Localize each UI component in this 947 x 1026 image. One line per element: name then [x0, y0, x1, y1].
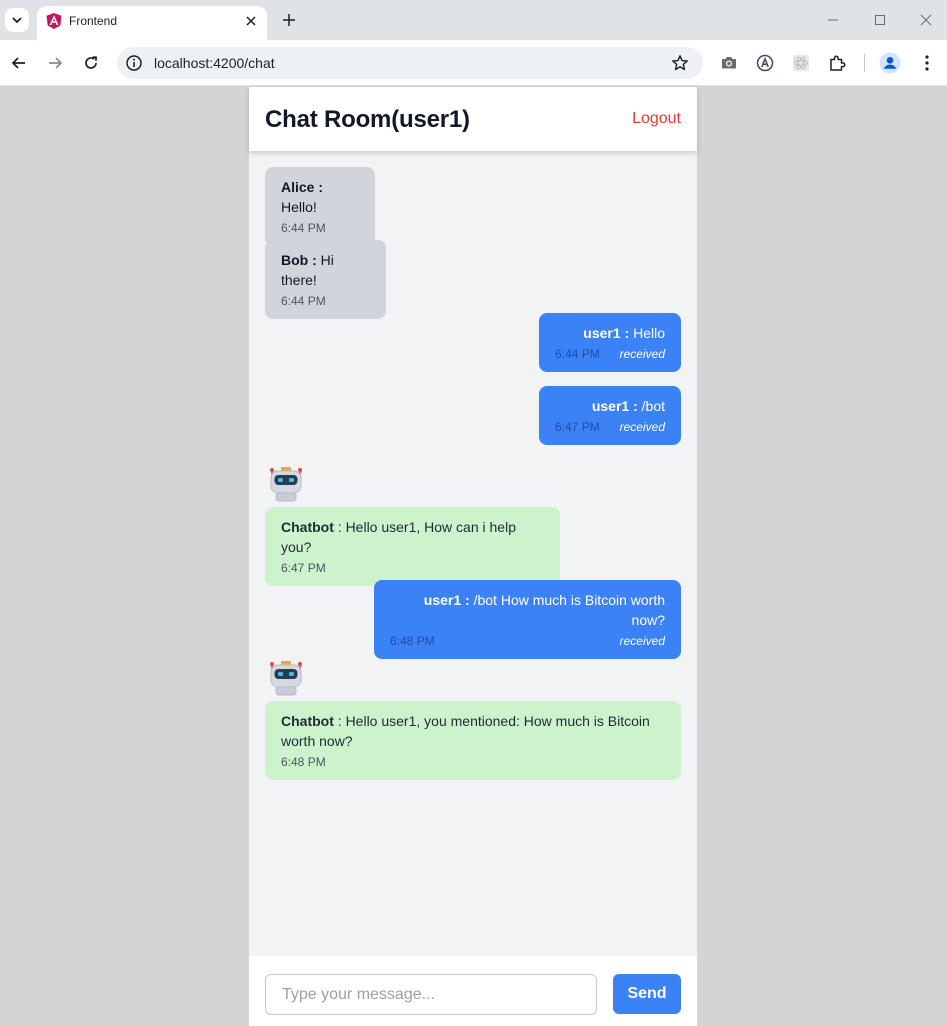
message-sender: user1 :: [423, 592, 470, 608]
star-icon[interactable]: [671, 54, 689, 72]
message-line: Chatbot : Hello user1, you mentioned: Ho…: [281, 711, 665, 751]
back-button[interactable]: [6, 50, 32, 76]
message-sender: Bob: [281, 252, 309, 268]
message-time: 6:47 PM: [555, 420, 600, 434]
message-bubble: Chatbot : Hello user1, you mentioned: Ho…: [265, 701, 681, 780]
extensions-button[interactable]: [826, 52, 848, 74]
browser-tab[interactable]: Frontend: [37, 6, 267, 40]
minimize-button[interactable]: [818, 8, 848, 32]
message-input-bar: Send: [249, 956, 697, 1026]
puzzle-icon: [830, 55, 846, 71]
message-input[interactable]: [265, 974, 597, 1015]
profile-button[interactable]: [879, 52, 901, 74]
message-bubble: user1 : Hello 6:44 PM received: [539, 313, 681, 372]
forward-button[interactable]: [42, 50, 68, 76]
maximize-button[interactable]: [865, 8, 895, 32]
message-line: Alice : Hello!: [281, 177, 359, 217]
a-circle-icon: [756, 54, 774, 72]
robot-icon: [270, 661, 302, 696]
message-bubble: user1 : /bot How much is Bitcoin worth n…: [374, 580, 681, 659]
reload-icon: [85, 56, 97, 69]
message-text: /bot How much is Bitcoin worth now?: [473, 592, 665, 628]
message-bubble: Bob : Hi there! 6:44 PM: [265, 240, 386, 319]
react-devtools-extension-button[interactable]: [790, 52, 812, 74]
message-separator: :: [620, 325, 634, 341]
page-title: Chat Room(user1): [265, 106, 470, 133]
message-time: 6:47 PM: [281, 561, 326, 575]
message-footer: 6:47 PM received: [555, 419, 665, 435]
message-bubble: Chatbot : Hello user1, How can i help yo…: [265, 507, 560, 586]
message-time: 6:48 PM: [281, 755, 326, 769]
close-icon: [246, 16, 256, 26]
minimize-icon: [828, 19, 838, 21]
arrow-left-icon: [11, 57, 25, 69]
message-line: user1 : Hello: [555, 323, 665, 343]
message-bubble: user1 : /bot 6:47 PM received: [539, 386, 681, 445]
message-sender: Alice: [281, 179, 315, 195]
message-text: /bot: [641, 398, 665, 414]
url-text: localhost:4200/chat: [154, 55, 275, 71]
message-line: Bob : Hi there!: [281, 250, 370, 290]
message-status: received: [619, 347, 665, 361]
message-separator: :: [314, 179, 324, 195]
message-sender: Chatbot: [281, 713, 334, 729]
tab-title: Frontend: [69, 14, 118, 28]
message-status: received: [619, 420, 665, 434]
send-button[interactable]: Send: [613, 974, 681, 1014]
message-footer: 6:48 PM received: [390, 633, 665, 649]
message-status: received: [619, 634, 665, 648]
message-line: user1 : /bot: [555, 396, 665, 416]
message-line: user1 : /bot How much is Bitcoin worth n…: [390, 590, 665, 630]
window-close-button[interactable]: [911, 8, 941, 32]
angular-icon: [46, 13, 62, 29]
message-time: 6:44 PM: [281, 294, 326, 308]
close-icon: [920, 14, 932, 26]
message-separator: :: [333, 713, 346, 729]
chevron-down-icon: [12, 17, 22, 24]
plus-icon: [283, 14, 295, 26]
tab-close-button[interactable]: [241, 11, 261, 31]
arrow-right-icon: [49, 57, 63, 69]
logout-link[interactable]: Logout: [632, 110, 681, 128]
message-line: Chatbot : Hello user1, How can i help yo…: [281, 517, 544, 557]
translate-extension-button[interactable]: [754, 52, 776, 74]
message-time: 6:44 PM: [281, 221, 326, 235]
atom-icon: [793, 55, 809, 71]
message-separator: :: [629, 398, 642, 414]
message-separator: :: [308, 252, 321, 268]
message-text: Hello: [633, 325, 665, 341]
kebab-menu-icon: [925, 55, 929, 71]
robot-icon: [270, 467, 302, 502]
message-sender: user1: [591, 398, 630, 414]
browser-menu-button[interactable]: [916, 52, 938, 74]
screenshot-extension-button[interactable]: [718, 52, 740, 74]
tab-search-button[interactable]: [5, 8, 29, 32]
browser-tabstrip: Frontend: [0, 0, 947, 40]
reload-button[interactable]: [78, 50, 104, 76]
message-time: 6:48 PM: [390, 634, 435, 648]
avatar-icon: [879, 52, 901, 74]
maximize-icon: [875, 15, 885, 25]
toolbar-separator: [864, 54, 865, 72]
message-sender: user1: [583, 325, 621, 341]
message-separator: :: [333, 519, 346, 535]
message-bubble: Alice : Hello! 6:44 PM: [265, 167, 375, 246]
chat-header: Chat Room(user1) Logout: [249, 87, 697, 151]
message-text: Hello!: [281, 199, 317, 215]
chat-app: Chat Room(user1) Logout Alice : Hello! 6…: [249, 87, 697, 1026]
address-bar[interactable]: localhost:4200/chat: [117, 47, 703, 79]
message-time: 6:44 PM: [555, 347, 600, 361]
browser-toolbar: localhost:4200/chat: [0, 40, 947, 86]
message-sender: Chatbot: [281, 519, 334, 535]
camera-icon: [722, 57, 736, 69]
message-footer: 6:44 PM received: [555, 346, 665, 362]
site-info-icon[interactable]: [125, 54, 143, 72]
new-tab-button[interactable]: [278, 9, 300, 31]
